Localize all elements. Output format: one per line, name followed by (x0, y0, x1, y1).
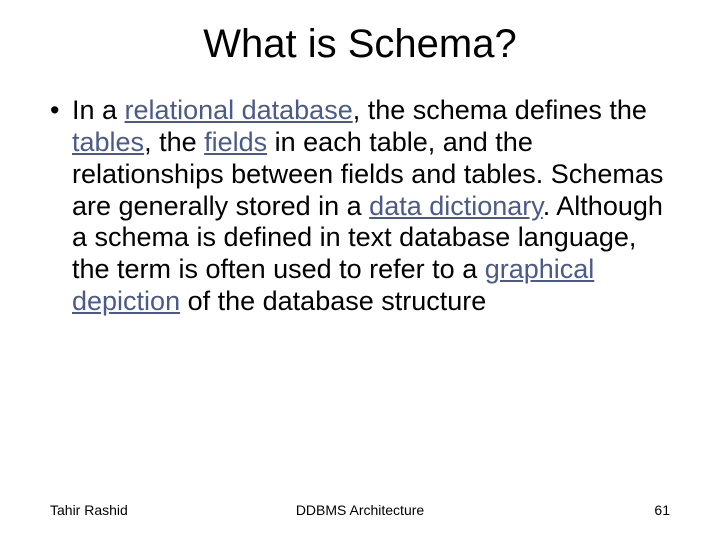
footer-author: Tahir Rashid (50, 502, 128, 518)
text-segment: , the schema defines the (353, 95, 647, 125)
slide: What is Schema? • In a relational databa… (0, 0, 720, 540)
slide-title: What is Schema? (0, 0, 720, 77)
bullet-text: In a relational database, the schema def… (72, 95, 670, 318)
footer-page-number: 61 (654, 502, 670, 518)
link-data-dictionary[interactable]: data dictionary (369, 191, 543, 221)
text-segment: , the (144, 127, 204, 157)
link-fields[interactable]: fields (204, 127, 267, 157)
link-relational-database[interactable]: relational database (125, 95, 353, 125)
bullet-item: • In a relational database, the schema d… (72, 95, 670, 318)
text-segment: of the database structure (180, 286, 486, 316)
slide-body: • In a relational database, the schema d… (0, 77, 720, 318)
bullet-mark: • (50, 95, 72, 318)
link-tables[interactable]: tables (72, 127, 144, 157)
slide-footer: Tahir Rashid DDBMS Architecture 61 (0, 502, 720, 518)
text-segment: In a (72, 95, 125, 125)
